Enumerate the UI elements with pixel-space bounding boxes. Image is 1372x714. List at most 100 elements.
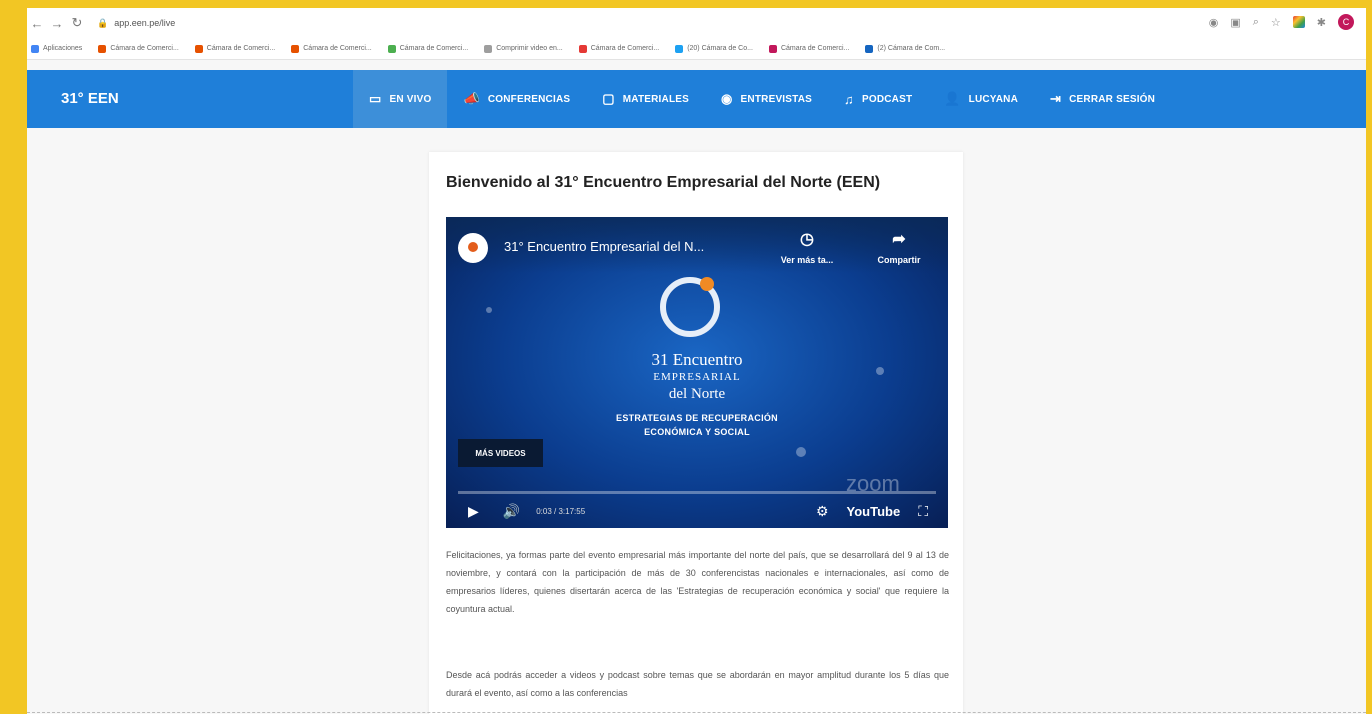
nav-item-conferencias[interactable]: 📣 CONFERENCIAS xyxy=(447,70,586,128)
address-bar[interactable]: 🔒 app.een.pe/live xyxy=(97,18,175,29)
video-controls: ▶ 🔊 0:03 / 3:17:55 ⚙ YouTube ⛶ xyxy=(446,495,948,528)
folder-icon: ▢ xyxy=(602,91,615,106)
bookmark-label: Aplicaciones xyxy=(43,45,83,52)
youtube-player[interactable]: 31° Encuentro Empresarial del N... ◷ Ver… xyxy=(446,217,948,528)
location-icon[interactable]: ◉ xyxy=(1209,16,1219,29)
decor-dot xyxy=(486,307,492,313)
share-label: Compartir xyxy=(877,255,921,265)
bookmark-item[interactable]: Comprimir video en... xyxy=(484,44,563,53)
watch-later-label: Ver más ta... xyxy=(780,255,834,265)
channel-avatar[interactable] xyxy=(458,233,488,263)
bookmark-icon xyxy=(194,44,203,53)
video-title[interactable]: 31° Encuentro Empresarial del N... xyxy=(504,239,704,254)
profile-avatar[interactable]: C xyxy=(1338,14,1354,30)
lock-icon: 🔒 xyxy=(97,17,109,28)
access-paragraph: Desde acá podrás acceder a videos y podc… xyxy=(446,670,949,698)
translate-icon[interactable]: ▣ xyxy=(1230,16,1240,29)
brand-logo[interactable]: 31° EEN xyxy=(61,90,119,107)
bookmark-label: Cámara de Comerci... xyxy=(206,45,276,52)
video-time: 0:03 / 3:17:55 xyxy=(536,507,586,516)
welcome-card: Bienvenido al 31° Encuentro Empresarial … xyxy=(429,152,963,714)
bookmark-item[interactable]: Cámara de Comerci... xyxy=(194,44,276,53)
page-title: Bienvenido al 31° Encuentro Empresarial … xyxy=(446,174,881,191)
emblem-line2: EMPRESARIAL xyxy=(653,371,741,383)
volume-icon[interactable]: 🔊 xyxy=(503,503,520,520)
browser-extensions: ◉ ▣ ⌕ ☆ ✱ C xyxy=(1209,14,1354,30)
emblem-line3: del Norte xyxy=(668,386,726,402)
bookmark-icon xyxy=(98,44,107,53)
bookmark-label: Cámara de Comerci... xyxy=(590,45,660,52)
logout-icon: ⇥ xyxy=(1050,91,1062,106)
youtube-logo[interactable]: YouTube xyxy=(847,504,901,519)
megaphone-icon: 📣 xyxy=(463,91,480,106)
bookmarks-bar: Aplicaciones Cámara de Comerci... Cámara d… xyxy=(27,38,1366,60)
nav-item-cerrar-sesi-n[interactable]: ⇥ CERRAR SESIÓN xyxy=(1034,70,1171,128)
share-button[interactable]: ➦ Compartir xyxy=(864,229,934,265)
zoom-icon[interactable]: ⌕ xyxy=(1253,16,1259,29)
nav-item-label: ENTREVISTAS xyxy=(740,93,813,105)
nav-item-materiales[interactable]: ▢ MATERIALES xyxy=(586,70,705,128)
bookmark-item[interactable]: Cámara de Comerci... xyxy=(578,44,660,53)
bookmark-label: Cámara de Comerci... xyxy=(110,45,179,52)
decor-dot xyxy=(796,447,806,457)
tagline1: ESTRATEGIAS DE RECUPERACIÓN xyxy=(616,413,778,423)
person-icon: 👤 xyxy=(944,91,961,106)
nav-item-label: CERRAR SESIÓN xyxy=(1069,93,1156,105)
back-icon[interactable]: ← xyxy=(27,16,47,31)
browser-toolbar: ← → ↻ 🔒 app.een.pe/live ◉ ▣ ⌕ ☆ ✱ C xyxy=(27,8,1366,38)
fullscreen-icon[interactable]: ⛶ xyxy=(918,503,928,520)
nav-item-label: EN VIVO xyxy=(389,93,432,105)
nav-item-label: CONFERENCIAS xyxy=(487,93,571,105)
bookmark-label: (2) Cámara de Com... xyxy=(877,45,946,52)
app-header: 31° EEN ▭ EN VIVO 📣 CONFERENCIAS ▢ MATERIALES… xyxy=(27,70,1366,128)
watch-later-button[interactable]: ◷ Ver más ta... xyxy=(772,229,842,265)
bookmark-label: Comprimir video en... xyxy=(496,45,563,52)
bookmark-label: Cámara de Comerci... xyxy=(780,45,850,52)
bookmark-item[interactable]: Cámara de Comerci... xyxy=(387,44,469,53)
bookmark-icon xyxy=(675,44,684,53)
extension-icon[interactable] xyxy=(1292,16,1305,28)
play-icon[interactable]: ▶ xyxy=(468,503,479,520)
emblem-line1: 31 Encuentro xyxy=(651,350,743,369)
forward-icon[interactable]: → xyxy=(47,16,67,31)
nav-item-entrevistas[interactable]: ◉ ENTREVISTAS xyxy=(705,70,828,128)
nav-item-lucyana[interactable]: 👤 LUCYANA xyxy=(928,70,1034,128)
bookmark-label: Cámara de Comerci... xyxy=(303,45,372,52)
video-progress-bar[interactable] xyxy=(458,491,936,494)
bookmark-icon xyxy=(31,44,39,53)
een-emblem-icon xyxy=(660,277,720,337)
star-icon[interactable]: ☆ xyxy=(1271,16,1281,29)
bookmark-icon xyxy=(768,44,777,53)
intro-paragraph: Felicitaciones, ya formas parte del even… xyxy=(446,550,949,614)
url-text: app.een.pe/live xyxy=(114,18,176,28)
bookmark-item[interactable]: Cámara de Comerci... xyxy=(768,44,850,53)
share-icon: ➦ xyxy=(892,231,906,248)
clock-icon: ◷ xyxy=(800,231,814,248)
bookmark-item[interactable]: Cámara de Comerci... xyxy=(98,44,179,53)
camera-icon: ▭ xyxy=(369,91,382,106)
settings-gear-icon[interactable]: ⚙ xyxy=(816,503,829,520)
play-circle-icon: ◉ xyxy=(721,91,733,106)
nav-item-label: MATERIALES xyxy=(622,93,689,105)
reload-icon[interactable]: ↻ xyxy=(67,15,87,31)
bookmark-label: (20) Cámara de Co... xyxy=(687,45,753,52)
bookmark-item[interactable]: (20) Cámara de Co... xyxy=(675,44,753,53)
nav-item-label: PODCAST xyxy=(861,93,913,105)
nav-item-en-vivo[interactable]: ▭ EN VIVO xyxy=(353,70,448,128)
bookmark-icon xyxy=(291,44,300,53)
bookmark-label: Cámara de Comerci... xyxy=(399,45,469,52)
music-icon: ♫ xyxy=(844,91,854,107)
bookmark-item[interactable]: Cámara de Comerci... xyxy=(291,44,372,53)
bookmark-item[interactable]: (2) Cámara de Com... xyxy=(865,44,946,53)
bookmark-item[interactable]: Aplicaciones xyxy=(31,44,83,53)
main-nav: ▭ EN VIVO 📣 CONFERENCIAS ▢ MATERIALES ◉ ENTREVI… xyxy=(353,70,1171,128)
puzzle-icon[interactable]: ✱ xyxy=(1317,16,1326,29)
more-videos-button[interactable]: MÁS VIDEOS xyxy=(458,439,543,467)
tagline2: ECONÓMICA Y SOCIAL xyxy=(644,427,750,437)
bookmark-icon xyxy=(387,44,396,53)
dashed-divider xyxy=(27,712,1366,713)
bookmark-icon xyxy=(865,44,874,53)
nav-item-label: LUCYANA xyxy=(968,93,1019,105)
bookmark-icon xyxy=(484,44,493,53)
nav-item-podcast[interactable]: ♫ PODCAST xyxy=(828,70,928,128)
